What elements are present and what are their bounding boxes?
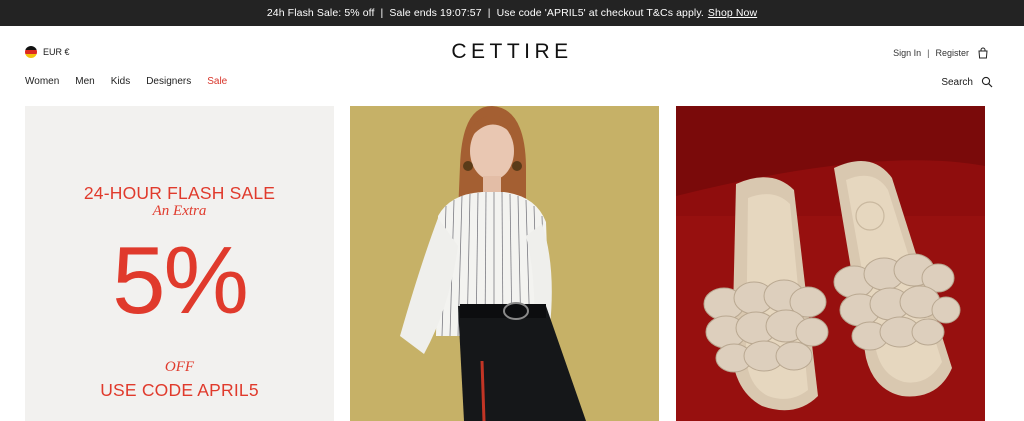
nav-item-designers[interactable]: Designers xyxy=(146,76,191,87)
main-nav: Women Men Kids Designers Sale xyxy=(25,76,227,87)
flash-sale-title: 24-HOUR FLASH SALE xyxy=(83,183,276,203)
promo-text: 24h Flash Sale: 5% off | Sale ends 19:07… xyxy=(266,7,704,19)
search-button[interactable]: Search xyxy=(941,76,993,88)
shoes-campaign-tile[interactable] xyxy=(676,106,985,421)
flash-sale-code: USE CODE APRIL5 xyxy=(100,380,259,400)
account-separator: | xyxy=(927,48,930,58)
search-label: Search xyxy=(941,76,973,88)
shopping-bag-icon[interactable] xyxy=(977,47,989,59)
nav-item-kids[interactable]: Kids xyxy=(111,76,130,87)
flash-sale-banner[interactable]: 24-HOUR FLASH SALE An Extra 5% OFF USE C… xyxy=(25,106,334,421)
account-links: Sign In | Register xyxy=(893,47,989,59)
shop-now-link[interactable]: Shop Now xyxy=(708,7,757,19)
flash-sale-subtitle: An Extra xyxy=(152,203,207,219)
sandals-photo xyxy=(676,106,985,421)
flash-sale-percent: 5% xyxy=(112,227,249,334)
site-header: EUR € CETTIRE Sign In | Register Women M… xyxy=(0,26,1024,106)
nav-item-women[interactable]: Women xyxy=(25,76,59,87)
women-campaign-tile[interactable] xyxy=(350,106,659,421)
site-logo[interactable]: CETTIRE xyxy=(0,40,1024,64)
register-link[interactable]: Register xyxy=(935,48,969,58)
sign-in-link[interactable]: Sign In xyxy=(893,48,921,58)
search-icon xyxy=(981,76,993,88)
nav-item-men[interactable]: Men xyxy=(75,76,94,87)
nav-item-sale[interactable]: Sale xyxy=(207,76,227,87)
model-photo xyxy=(350,106,659,421)
promo-bar: 24h Flash Sale: 5% off | Sale ends 19:07… xyxy=(0,0,1024,26)
flash-sale-off: OFF xyxy=(164,359,195,375)
